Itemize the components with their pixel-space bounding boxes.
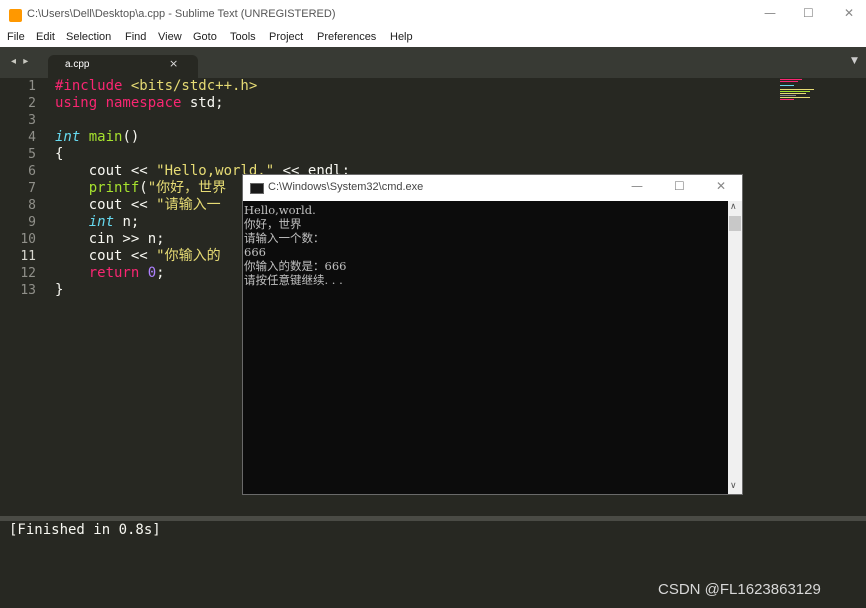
sublime-text-icon	[9, 9, 22, 22]
code-token: <bits/stdc++.h>	[130, 78, 258, 94]
code-line[interactable]: {	[55, 146, 63, 163]
code-token: printf	[88, 180, 140, 196]
line-number: 10	[20, 232, 36, 247]
line-number: 1	[28, 79, 36, 94]
line-number: 2	[28, 96, 36, 111]
cmd-output: Hello,world. 你好，世界 请输入一个数： 666 你输入的数是：666 请按任…	[244, 203, 728, 493]
code-line[interactable]: cout << "请输入一	[55, 197, 221, 214]
line-number: 11	[20, 249, 36, 264]
cmd-title-bar[interactable]: C:\Windows\System32\cmd.exe — ☐ ✕	[243, 175, 742, 201]
cmd-window-icon	[250, 183, 264, 194]
cmd-output-line: Hello,world.	[244, 203, 316, 217]
menu-find[interactable]: Find	[125, 31, 146, 43]
cmd-output-line: 你输入的数是：666	[244, 259, 347, 273]
code-line[interactable]: return 0;	[55, 265, 165, 282]
tab-close-icon[interactable]: ×	[169, 57, 178, 70]
code-line[interactable]: int main()	[55, 129, 139, 146]
code-token: {	[55, 146, 64, 162]
build-output-text: [Finished in 0.8s]	[9, 522, 161, 538]
tab-menu-chevron-icon[interactable]: ▼	[851, 56, 858, 66]
code-token: n;	[114, 214, 140, 230]
menu-bar: File Edit Selection Find View Goto Tools…	[0, 30, 866, 47]
line-number: 9	[28, 215, 36, 230]
tab-label[interactable]: a.cpp	[65, 59, 89, 70]
code-token: std;	[189, 95, 224, 111]
code-line[interactable]: printf("你好，世界	[55, 180, 226, 197]
code-token: return	[88, 265, 140, 281]
code-line[interactable]: using namespace std;	[55, 95, 224, 112]
line-number: 4	[28, 130, 36, 145]
code-token: #include	[55, 78, 131, 94]
scroll-thumb[interactable]	[729, 216, 741, 231]
minimize-button[interactable]: —	[764, 6, 776, 20]
code-token: cout <<	[55, 163, 157, 179]
menu-preferences[interactable]: Preferences	[317, 31, 376, 43]
code-line[interactable]: }	[55, 282, 63, 299]
maximize-button[interactable]: ☐	[803, 6, 814, 20]
cmd-scrollbar[interactable]: ∧ ∨	[728, 201, 742, 494]
code-token: cout <<	[55, 248, 157, 264]
line-number: 3	[28, 113, 36, 128]
code-token: int	[55, 129, 81, 145]
cmd-minimize-button[interactable]: —	[631, 179, 643, 193]
code-token: using namespace	[55, 95, 190, 111]
code-token: }	[55, 282, 64, 298]
menu-view[interactable]: View	[158, 31, 182, 43]
menu-file[interactable]: File	[7, 31, 25, 43]
cmd-window[interactable]: C:\Windows\System32\cmd.exe — ☐ ✕ Hello,…	[242, 174, 743, 495]
code-token: main	[88, 129, 123, 145]
code-token: cout <<	[55, 197, 157, 213]
line-number: 12	[20, 266, 36, 281]
cmd-maximize-button[interactable]: ☐	[674, 179, 685, 193]
line-number: 7	[28, 181, 36, 196]
title-bar: C:\Users\Dell\Desktop\a.cpp - Sublime Te…	[0, 0, 866, 30]
line-number: 6	[28, 164, 36, 179]
code-line[interactable]: int n;	[55, 214, 140, 231]
menu-help[interactable]: Help	[390, 31, 413, 43]
code-token: ;	[156, 265, 165, 281]
cmd-title: C:\Windows\System32\cmd.exe	[268, 181, 424, 193]
cmd-close-button[interactable]: ✕	[716, 179, 726, 193]
code-line[interactable]: cin >> n;	[55, 231, 165, 248]
line-number: 13	[20, 283, 36, 298]
window-title: C:\Users\Dell\Desktop\a.cpp - Sublime Te…	[27, 8, 336, 20]
code-token: (	[139, 180, 148, 196]
code-token: "请输入一	[156, 197, 221, 213]
minimap[interactable]	[780, 79, 824, 101]
watermark: CSDN @FL1623863129	[658, 581, 821, 598]
menu-project[interactable]: Project	[269, 31, 303, 43]
line-number: 5	[28, 147, 36, 162]
code-token: "你好，世界	[147, 180, 227, 196]
code-token: 0	[147, 265, 157, 281]
code-line[interactable]: cout << "你输入的	[55, 248, 221, 265]
menu-goto[interactable]: Goto	[193, 31, 217, 43]
menu-selection[interactable]: Selection	[66, 31, 111, 43]
menu-edit[interactable]: Edit	[36, 31, 55, 43]
close-button[interactable]: ✕	[844, 6, 854, 20]
cmd-output-line: 请按任意键继续. . .	[244, 273, 343, 287]
code-line[interactable]: #include <bits/stdc++.h>	[55, 78, 257, 95]
menu-tools[interactable]: Tools	[230, 31, 256, 43]
code-token: ()	[122, 129, 140, 145]
scroll-up-arrow-icon[interactable]: ∧	[730, 202, 737, 212]
code-token: cin >> n;	[55, 231, 165, 247]
line-number: 8	[28, 198, 36, 213]
cmd-output-line: 你好，世界	[244, 217, 302, 231]
scroll-down-arrow-icon[interactable]: ∨	[730, 481, 737, 491]
code-token: "你输入的	[156, 248, 221, 264]
cmd-output-line: 666	[244, 245, 266, 259]
tab-nav-arrows-icon[interactable]: ◂ ▸	[11, 56, 30, 67]
cmd-output-line: 请输入一个数：	[244, 231, 325, 245]
code-token: int	[88, 214, 115, 230]
